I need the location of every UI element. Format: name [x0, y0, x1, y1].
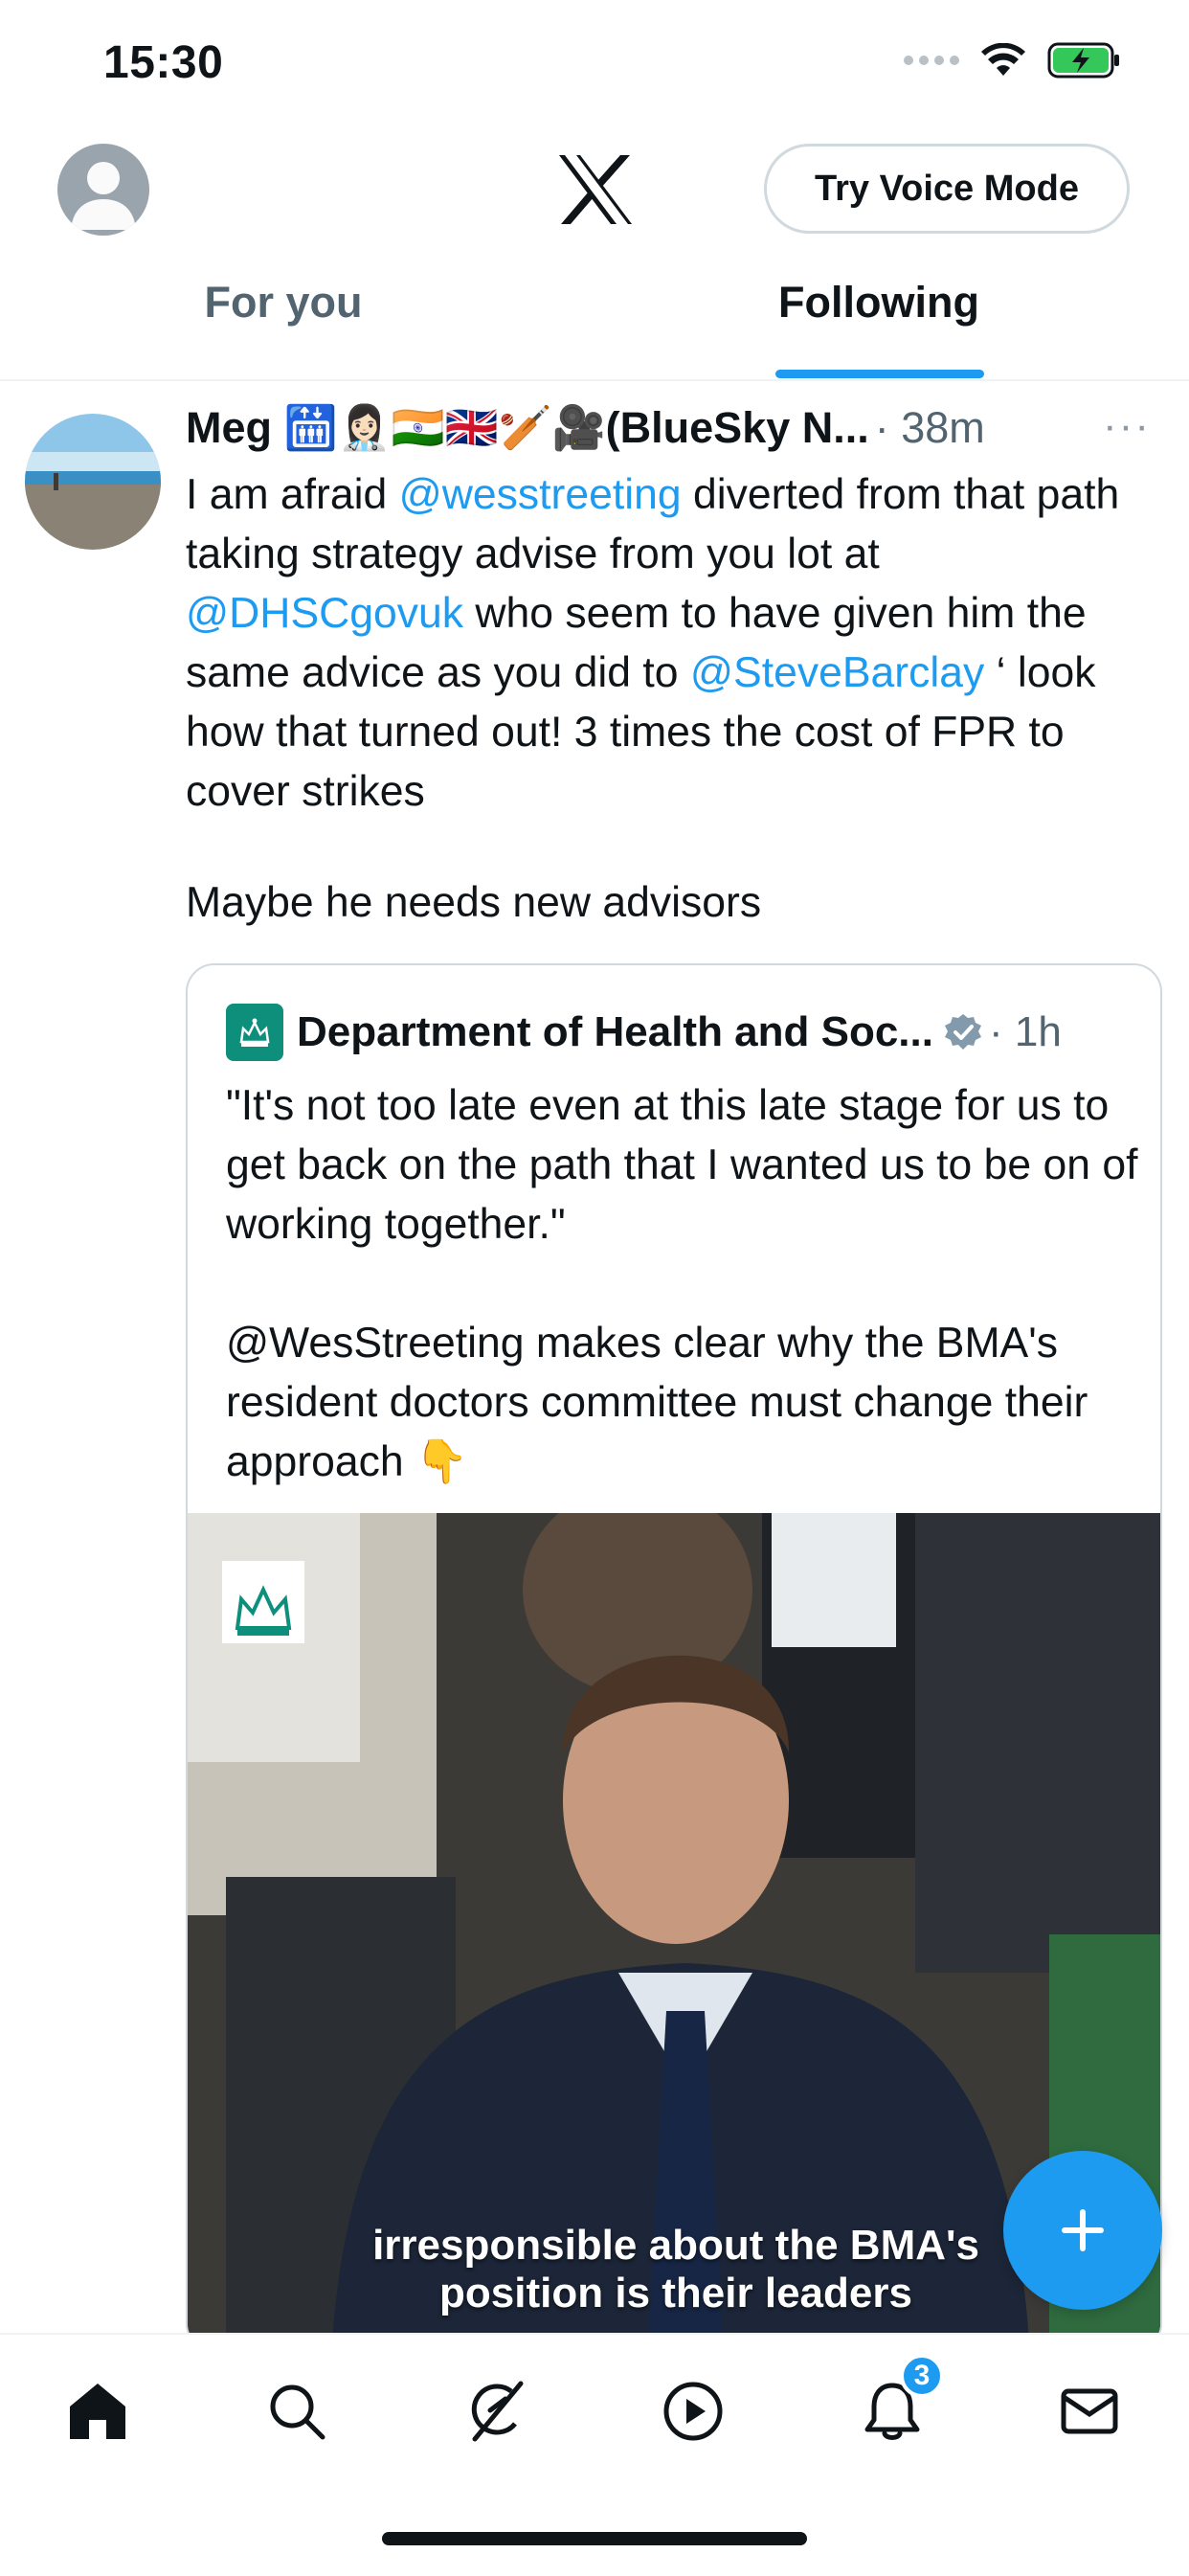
- tweet-text-segment: I am afraid: [186, 471, 399, 518]
- quoted-timestamp: · 1h: [988, 1008, 1062, 1055]
- home-indicator[interactable]: [382, 2532, 807, 2545]
- plus-icon: [1062, 2209, 1104, 2251]
- x-logo-icon[interactable]: [557, 153, 634, 226]
- tweet-author-name[interactable]: Meg 🛗👩🏻‍⚕️🇮🇳🇬🇧🏏🎥(BlueSky N...: [186, 402, 869, 453]
- nav-messages[interactable]: [1051, 2373, 1128, 2450]
- notification-count-badge: 3: [900, 2354, 944, 2398]
- mention-link[interactable]: @DHSCgovuk: [186, 590, 463, 637]
- compose-button[interactable]: [1003, 2151, 1162, 2310]
- home-icon: [70, 2384, 125, 2439]
- try-voice-mode-button[interactable]: Try Voice Mode: [764, 144, 1130, 234]
- verified-badge-icon: [944, 1014, 981, 1050]
- nav-search[interactable]: [258, 2373, 335, 2450]
- search-icon: [270, 2384, 325, 2440]
- wifi-icon: [981, 43, 1025, 76]
- tab-for-you[interactable]: For you: [0, 278, 567, 328]
- tab-following[interactable]: Following: [691, 278, 1066, 328]
- divider: [0, 379, 1189, 381]
- tweet-text-paragraph: Maybe he needs new advisors: [186, 879, 762, 926]
- nav-video[interactable]: [655, 2373, 731, 2450]
- default-avatar-icon: [71, 162, 136, 230]
- tweet-header: Meg 🛗👩🏻‍⚕️🇮🇳🇬🇧🏏🎥(BlueSky N... · 38m: [186, 402, 1153, 453]
- battery-charging-icon: [1047, 42, 1119, 79]
- mention-link[interactable]: @wesstreeting: [399, 471, 682, 518]
- play-circle-icon: [663, 2382, 723, 2441]
- quoted-author-name[interactable]: Department of Health and Soc...: [297, 1008, 933, 1056]
- profile-avatar[interactable]: [57, 144, 149, 236]
- more-options-icon[interactable]: ···: [1103, 402, 1151, 450]
- active-tab-indicator: [775, 370, 984, 378]
- video-caption-line: position is their leaders: [439, 2270, 912, 2316]
- quoted-tweet-text: "It's not too late even at this late sta…: [226, 1082, 1138, 1485]
- status-icons: [904, 42, 1122, 79]
- tweet-author-avatar[interactable]: [25, 414, 161, 550]
- status-time: 15:30: [103, 37, 224, 88]
- tweet-text: I am afraid @wesstreeting diverted from …: [186, 465, 1162, 822]
- dhsc-crown-logo-icon: [226, 1004, 283, 1061]
- nav-home[interactable]: [59, 2373, 136, 2450]
- quoted-tweet-card[interactable]: Department of Health and Soc... · 1h "It…: [186, 963, 1162, 2352]
- mention-link[interactable]: @SteveBarclay: [690, 649, 984, 696]
- tweet-timestamp: · 38m: [874, 402, 985, 452]
- beach-avatar-image: [25, 414, 161, 550]
- cellular-signal-icon: [904, 56, 959, 65]
- quoted-tweet-header: Department of Health and Soc... · 1h: [226, 1004, 1062, 1061]
- nav-grok[interactable]: [457, 2373, 533, 2450]
- grok-icon: [471, 2381, 524, 2442]
- envelope-icon: [1061, 2388, 1118, 2434]
